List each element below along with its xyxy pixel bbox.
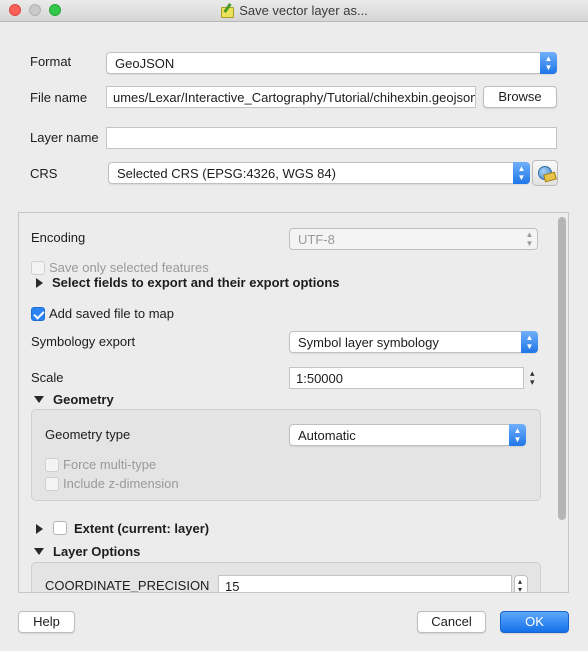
- encoding-select: UTF-8 ▲ ▼: [289, 228, 538, 250]
- options-scroll-area[interactable]: Encoding UTF-8 ▲ ▼ Save only selected fea…: [18, 212, 569, 593]
- file-name-label: File name: [30, 90, 88, 105]
- symbology-export-select[interactable]: Symbol layer symbology ▲ ▼: [289, 331, 538, 353]
- expand-extent-icon[interactable]: [36, 524, 43, 534]
- layer-name-label: Layer name: [30, 130, 99, 145]
- select-arrows-icon: ▲ ▼: [521, 331, 538, 353]
- coordinate-precision-input[interactable]: 15: [218, 575, 512, 592]
- extent-label: Extent (current: layer): [74, 521, 210, 536]
- force-multi-checkbox[interactable]: [45, 458, 59, 472]
- select-fields-header[interactable]: Select fields to export and their export…: [52, 275, 340, 290]
- ok-button[interactable]: OK: [500, 611, 569, 633]
- window-title-wrap: Save vector layer as...: [0, 3, 588, 18]
- help-button[interactable]: Help: [18, 611, 75, 633]
- scale-input[interactable]: 1:50000: [289, 367, 524, 389]
- extent-checkbox[interactable]: [53, 521, 67, 535]
- geometry-type-select[interactable]: Automatic ▲ ▼: [289, 424, 526, 446]
- select-arrows-icon: ▲ ▼: [525, 230, 534, 248]
- save-selected-label: Save only selected features: [49, 260, 209, 275]
- format-select[interactable]: GeoJSON ▲ ▼: [106, 52, 557, 74]
- collapse-layer-options-icon[interactable]: [34, 548, 44, 555]
- geometry-type-label: Geometry type: [45, 427, 131, 442]
- globe-icon: [538, 166, 552, 180]
- crs-label: CRS: [30, 166, 58, 181]
- layer-options-header[interactable]: Layer Options: [53, 544, 140, 559]
- window-title: Save vector layer as...: [239, 3, 368, 18]
- crs-value: Selected CRS (EPSG:4326, WGS 84): [117, 166, 336, 181]
- geometry-group: Geometry type Automatic ▲ ▼ Force multi-t…: [31, 409, 541, 501]
- scale-label: Scale: [31, 370, 64, 385]
- symbology-export-label: Symbology export: [31, 334, 136, 349]
- select-arrows-icon: ▲ ▼: [513, 162, 530, 184]
- add-to-map-label: Add saved file to map: [49, 306, 175, 321]
- coordinate-precision-label: COORDINATE_PRECISION: [45, 578, 210, 593]
- add-to-map-checkbox[interactable]: [31, 307, 45, 321]
- force-multi-label: Force multi-type: [63, 457, 157, 472]
- format-value: GeoJSON: [115, 56, 175, 71]
- browse-button[interactable]: Browse: [483, 86, 557, 108]
- expand-fields-icon[interactable]: [36, 278, 43, 288]
- select-arrows-icon: ▲ ▼: [540, 52, 557, 74]
- symbology-export-value: Symbol layer symbology: [298, 335, 439, 350]
- geometry-header[interactable]: Geometry: [53, 392, 114, 407]
- layer-name-input[interactable]: [106, 127, 557, 149]
- include-z-checkbox[interactable]: [45, 477, 59, 491]
- format-label: Format: [30, 54, 72, 69]
- coordinate-precision-stepper[interactable]: [514, 575, 528, 592]
- cancel-button[interactable]: Cancel: [417, 611, 486, 633]
- collapse-geometry-icon[interactable]: [34, 396, 44, 403]
- select-arrows-icon: ▲ ▼: [509, 424, 526, 446]
- vertical-scrollbar[interactable]: [558, 217, 566, 520]
- layer-options-group: COORDINATE_PRECISION 15: [31, 562, 541, 593]
- geometry-type-value: Automatic: [298, 428, 356, 443]
- title-bar: Save vector layer as...: [0, 0, 588, 22]
- encoding-value: UTF-8: [298, 232, 335, 247]
- crs-selector-button[interactable]: [532, 160, 558, 186]
- save-selected-checkbox[interactable]: [31, 261, 45, 275]
- scale-stepper[interactable]: [528, 368, 540, 390]
- file-name-input[interactable]: umes/Lexar/Interactive_Cartography/Tutor…: [106, 86, 476, 108]
- vector-layer-icon: [220, 4, 235, 18]
- encoding-label: Encoding: [31, 230, 86, 245]
- include-z-label: Include z-dimension: [63, 476, 179, 491]
- crs-select[interactable]: Selected CRS (EPSG:4326, WGS 84) ▲ ▼: [108, 162, 530, 184]
